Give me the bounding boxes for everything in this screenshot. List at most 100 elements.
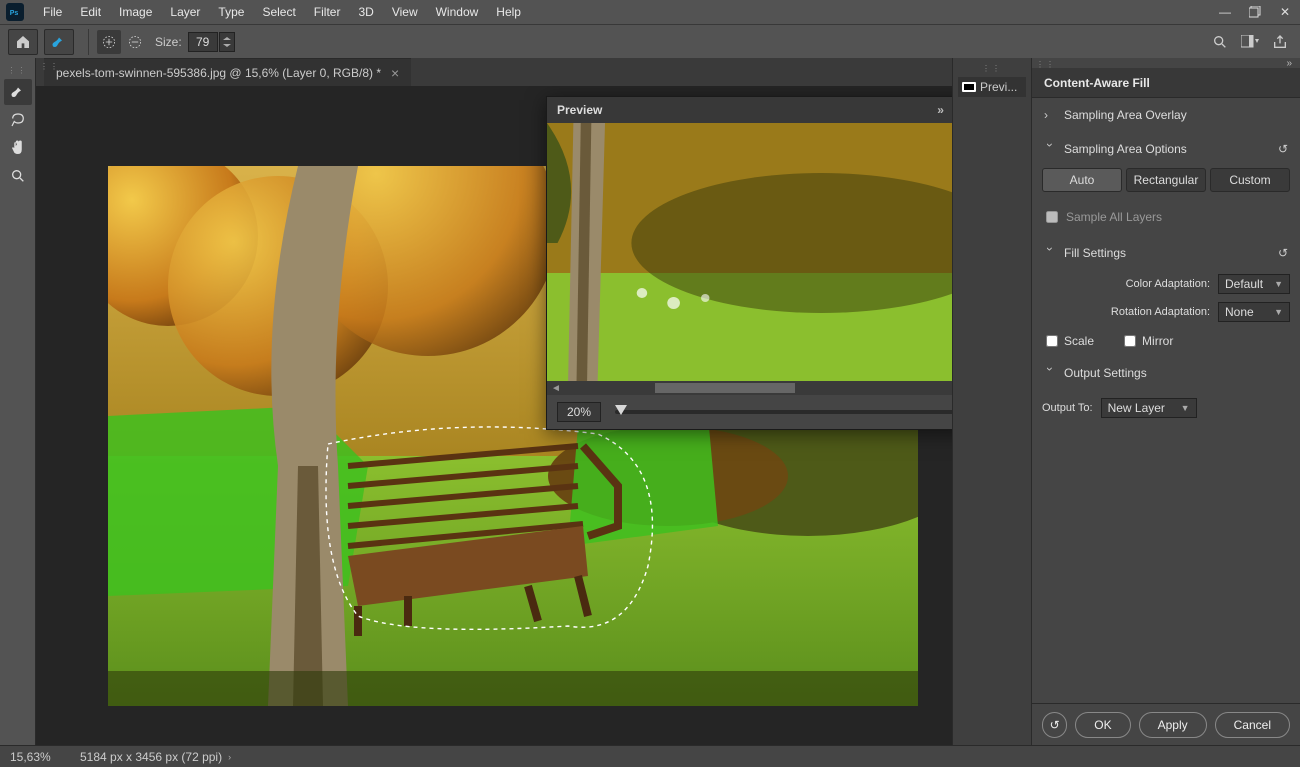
section-output-settings[interactable]: › Output Settings [1032, 356, 1300, 390]
collapse-icon[interactable]: » [937, 103, 944, 117]
canvas-viewport[interactable]: Preview » ≡ ◄ [36, 86, 952, 745]
panel-title: Content-Aware Fill [1032, 68, 1300, 98]
panel-footer: ↺ OK Apply Cancel [1032, 703, 1300, 745]
svg-text:Ps: Ps [10, 10, 19, 17]
scroll-left-icon[interactable]: ◄ [551, 383, 561, 394]
color-adaptation-label: Color Adaptation: [1042, 278, 1210, 290]
menu-type[interactable]: Type [209, 1, 253, 23]
preview-zoom-slider[interactable] [615, 410, 952, 414]
left-toolbar: ⋮⋮ [0, 58, 36, 745]
label-sampling-options: Sampling Area Options [1064, 142, 1187, 156]
mode-auto-button[interactable]: Auto [1042, 168, 1122, 192]
mode-rectangular-button[interactable]: Rectangular [1126, 168, 1206, 192]
document-tab-title: pexels-tom-swinnen-595386.jpg @ 15,6% (L… [56, 66, 381, 80]
search-icon[interactable] [1208, 30, 1232, 54]
scale-checkbox[interactable] [1046, 335, 1058, 347]
section-sampling-overlay[interactable]: › Sampling Area Overlay [1032, 98, 1300, 132]
scale-option[interactable]: Scale [1046, 334, 1094, 348]
mirror-option[interactable]: Mirror [1124, 334, 1173, 348]
label-fill-settings: Fill Settings [1064, 246, 1126, 260]
label-output-settings: Output Settings [1064, 366, 1147, 380]
hand-tool[interactable] [4, 135, 32, 161]
close-tab-icon[interactable]: × [391, 65, 399, 81]
window-restore-button[interactable] [1240, 0, 1270, 24]
status-bar: 15,63% 5184 px x 3456 px (72 ppi) › [0, 745, 1300, 767]
window-close-button[interactable]: ✕ [1270, 0, 1300, 24]
slider-knob[interactable] [615, 405, 627, 415]
cancel-button[interactable]: Cancel [1215, 712, 1290, 738]
preview-tab-icon [962, 82, 976, 92]
menu-file[interactable]: File [34, 1, 71, 23]
panel-grip-icon[interactable]: ⋮⋮ [1036, 60, 1056, 69]
sampling-brush-tool[interactable] [4, 79, 32, 105]
size-input[interactable] [188, 32, 218, 52]
mirror-checkbox[interactable] [1124, 335, 1136, 347]
menu-image[interactable]: Image [110, 1, 161, 23]
size-label: Size: [155, 35, 182, 49]
subtract-mode-button[interactable] [123, 30, 147, 54]
output-to-select[interactable]: New Layer▼ [1101, 398, 1197, 418]
menu-help[interactable]: Help [487, 1, 530, 23]
preview-zoom-input[interactable] [557, 402, 601, 422]
menu-bar: Ps File Edit Image Layer Type Select Fil… [0, 0, 1300, 24]
sample-all-layers-checkbox [1046, 211, 1058, 223]
preview-collapsed-tab[interactable]: Previ... [958, 77, 1026, 97]
options-bar: Size: [0, 24, 1300, 58]
chevron-right-icon[interactable]: › [228, 752, 231, 762]
rotation-adaptation-select[interactable]: None▼ [1218, 302, 1290, 322]
menu-select[interactable]: Select [253, 1, 304, 23]
output-to-label: Output To: [1042, 402, 1093, 414]
reset-icon[interactable]: ↺ [1278, 142, 1288, 156]
rotation-adaptation-label: Rotation Adaptation: [1042, 306, 1210, 318]
menu-edit[interactable]: Edit [71, 1, 110, 23]
menu-filter[interactable]: Filter [305, 1, 350, 23]
chevron-down-icon: ▼ [1181, 403, 1190, 413]
menu-layer[interactable]: Layer [161, 1, 209, 23]
preview-header[interactable]: Preview » ≡ [547, 97, 952, 123]
ok-button[interactable]: OK [1075, 712, 1130, 738]
preview-panel[interactable]: Preview » ≡ ◄ [546, 96, 952, 430]
size-stepper[interactable] [219, 32, 235, 52]
chevron-right-icon: › [1044, 108, 1056, 122]
panel-grip-icon[interactable]: ⋮⋮ [40, 62, 60, 71]
window-minimize-button[interactable]: — [1210, 0, 1240, 24]
menu-view[interactable]: View [383, 1, 427, 23]
content-aware-fill-panel: ⋮⋮ » Content-Aware Fill › Sampling Area O… [1032, 58, 1300, 745]
color-adaptation-select[interactable]: Default▼ [1218, 274, 1290, 294]
section-fill-settings[interactable]: › Fill Settings ↺ [1032, 236, 1300, 270]
home-button[interactable] [8, 29, 38, 55]
panel-grip-icon[interactable]: ⋮⋮ [8, 66, 28, 75]
preview-content [547, 123, 952, 381]
chevron-down-icon: › [1043, 247, 1057, 259]
workspace-switcher-icon[interactable] [1238, 30, 1262, 54]
chevron-down-icon: › [1043, 143, 1057, 155]
canvas-area: ⋮⋮ pexels-tom-swinnen-595386.jpg @ 15,6%… [36, 58, 952, 745]
reset-icon[interactable]: ↺ [1278, 246, 1288, 260]
app-logo: Ps [6, 3, 24, 21]
document-tab[interactable]: pexels-tom-swinnen-595386.jpg @ 15,6% (L… [44, 58, 411, 86]
preview-tab-label: Previ... [980, 80, 1017, 94]
apply-button[interactable]: Apply [1139, 712, 1207, 738]
reset-all-button[interactable]: ↺ [1042, 712, 1067, 738]
preview-title: Preview [557, 103, 602, 117]
collapsed-panels-column: ⋮⋮ Previ... [952, 58, 1032, 745]
panel-grip-icon[interactable]: ⋮⋮ [982, 64, 1002, 73]
section-sampling-options[interactable]: › Sampling Area Options ↺ [1032, 132, 1300, 166]
status-zoom[interactable]: 15,63% [10, 750, 70, 764]
zoom-tool[interactable] [4, 163, 32, 189]
share-icon[interactable] [1268, 30, 1292, 54]
sampling-brush-icon[interactable] [44, 29, 74, 55]
preview-h-scrollbar[interactable]: ◄ ► [547, 381, 952, 395]
expand-icon[interactable]: » [1286, 58, 1292, 69]
scroll-thumb[interactable] [655, 383, 795, 393]
status-dimensions: 5184 px x 3456 px (72 ppi) [80, 750, 222, 764]
add-mode-button[interactable] [97, 30, 121, 54]
label-sampling-overlay: Sampling Area Overlay [1064, 108, 1187, 122]
lasso-tool[interactable] [4, 107, 32, 133]
mode-custom-button[interactable]: Custom [1210, 168, 1290, 192]
chevron-down-icon: ▼ [1274, 279, 1283, 289]
document-tab-bar: pexels-tom-swinnen-595386.jpg @ 15,6% (L… [36, 58, 952, 86]
menu-window[interactable]: Window [427, 1, 488, 23]
menu-3d[interactable]: 3D [349, 1, 382, 23]
sample-all-layers-label: Sample All Layers [1066, 210, 1162, 224]
